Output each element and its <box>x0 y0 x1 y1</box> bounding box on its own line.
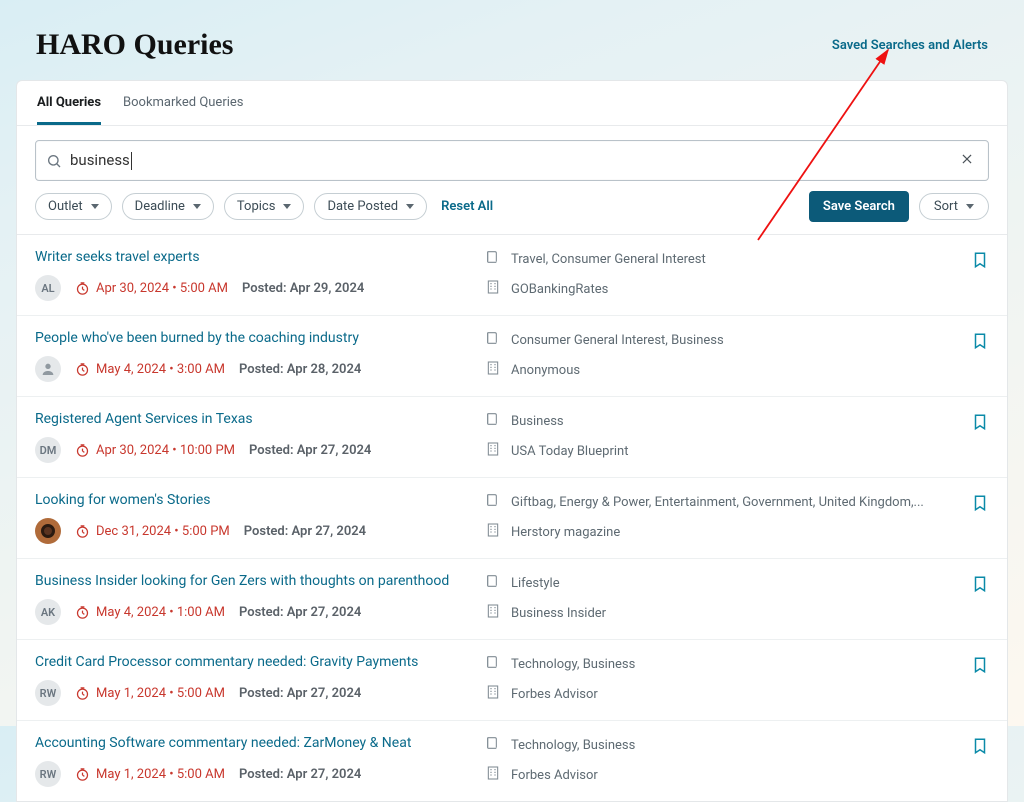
query-row: Accounting Software commentary needed: Z… <box>17 721 1007 801</box>
query-row: People who've been burned by the coachin… <box>17 316 1007 397</box>
deadline: Apr 30, 2024 • 5:00 AM <box>75 281 228 296</box>
posted-date: Posted: Apr 28, 2024 <box>239 362 361 377</box>
building-icon <box>485 279 501 299</box>
posted-date: Posted: Apr 29, 2024 <box>242 281 364 296</box>
topics: Business <box>485 411 939 431</box>
filter-outlet[interactable]: Outlet <box>35 193 112 220</box>
outlet: GOBankingRates <box>485 279 939 299</box>
book-icon <box>485 492 501 512</box>
filter-topics[interactable]: Topics <box>224 193 305 220</box>
outlet: USA Today Blueprint <box>485 441 939 461</box>
topics: Technology, Business <box>485 654 939 674</box>
avatar: AK <box>35 599 61 625</box>
bookmark-button[interactable] <box>949 654 989 706</box>
book-icon <box>485 735 501 755</box>
building-icon <box>485 684 501 704</box>
bookmark-button[interactable] <box>949 249 989 301</box>
tab-bookmarked-queries[interactable]: Bookmarked Queries <box>123 95 243 125</box>
search-input[interactable]: business <box>70 151 956 170</box>
tabs: All Queries Bookmarked Queries <box>17 81 1007 126</box>
bookmark-button[interactable] <box>949 573 989 625</box>
query-row: Writer seeks travel experts AL Apr 30, 202… <box>17 235 1007 316</box>
query-title-link[interactable]: Accounting Software commentary needed: Z… <box>35 735 475 751</box>
posted-date: Posted: Apr 27, 2024 <box>244 524 366 539</box>
page-title: HARO Queries <box>36 28 233 62</box>
building-icon <box>485 360 501 380</box>
query-title-link[interactable]: People who've been burned by the coachin… <box>35 330 475 346</box>
query-title-link[interactable]: Registered Agent Services in Texas <box>35 411 475 427</box>
queries-panel: All Queries Bookmarked Queries business … <box>16 80 1008 802</box>
saved-searches-link[interactable]: Saved Searches and Alerts <box>832 38 988 53</box>
book-icon <box>485 249 501 269</box>
deadline: May 1, 2024 • 5:00 AM <box>75 686 225 701</box>
avatar: RW <box>35 761 61 787</box>
outlet: Forbes Advisor <box>485 765 939 785</box>
reset-all-link[interactable]: Reset All <box>441 199 493 214</box>
avatar <box>35 518 61 544</box>
avatar: AL <box>35 275 61 301</box>
book-icon <box>485 573 501 593</box>
deadline: Dec 31, 2024 • 5:00 PM <box>75 524 230 539</box>
query-list: Writer seeks travel experts AL Apr 30, 202… <box>17 235 1007 801</box>
deadline: Apr 30, 2024 • 10:00 PM <box>75 443 235 458</box>
building-icon <box>485 441 501 461</box>
outlet: Anonymous <box>485 360 939 380</box>
book-icon <box>485 411 501 431</box>
book-icon <box>485 330 501 350</box>
posted-date: Posted: Apr 27, 2024 <box>239 767 361 782</box>
posted-date: Posted: Apr 27, 2024 <box>249 443 371 458</box>
tab-all-queries[interactable]: All Queries <box>37 95 101 125</box>
query-title-link[interactable]: Writer seeks travel experts <box>35 249 475 265</box>
deadline: May 4, 2024 • 3:00 AM <box>75 362 225 377</box>
book-icon <box>485 654 501 674</box>
query-row: Registered Agent Services in Texas DM Apr … <box>17 397 1007 478</box>
filter-date-posted[interactable]: Date Posted <box>314 193 427 220</box>
search-input-value: business <box>70 151 130 169</box>
query-row: Looking for women's Stories Dec 31, 2024 … <box>17 478 1007 559</box>
topics: Travel, Consumer General Interest <box>485 249 939 269</box>
avatar: RW <box>35 680 61 706</box>
bookmark-button[interactable] <box>949 411 989 463</box>
deadline: May 1, 2024 • 5:00 AM <box>75 767 225 782</box>
query-row: Credit Card Processor commentary needed:… <box>17 640 1007 721</box>
sort-button[interactable]: Sort <box>919 193 989 220</box>
search-field-wrap[interactable]: business <box>35 140 989 181</box>
filter-deadline[interactable]: Deadline <box>122 193 214 220</box>
chevron-down-icon <box>966 204 974 209</box>
bookmark-button[interactable] <box>949 330 989 382</box>
chevron-down-icon <box>406 204 414 209</box>
topics: Technology, Business <box>485 735 939 755</box>
building-icon <box>485 522 501 542</box>
posted-date: Posted: Apr 27, 2024 <box>239 686 361 701</box>
avatar <box>35 356 61 382</box>
clear-search-button[interactable] <box>956 147 978 174</box>
outlet: Business Insider <box>485 603 939 623</box>
chevron-down-icon <box>91 204 99 209</box>
building-icon <box>485 765 501 785</box>
bookmark-button[interactable] <box>949 735 989 787</box>
avatar: DM <box>35 437 61 463</box>
building-icon <box>485 603 501 623</box>
outlet: Forbes Advisor <box>485 684 939 704</box>
chevron-down-icon <box>193 204 201 209</box>
deadline: May 4, 2024 • 1:00 AM <box>75 605 225 620</box>
query-title-link[interactable]: Credit Card Processor commentary needed:… <box>35 654 475 670</box>
chevron-down-icon <box>283 204 291 209</box>
query-title-link[interactable]: Business Insider looking for Gen Zers wi… <box>35 573 475 589</box>
posted-date: Posted: Apr 27, 2024 <box>239 605 361 620</box>
save-search-button[interactable]: Save Search <box>809 191 909 222</box>
search-icon <box>46 153 62 169</box>
topics: Giftbag, Energy & Power, Entertainment, … <box>485 492 939 512</box>
query-title-link[interactable]: Looking for women's Stories <box>35 492 475 508</box>
query-row: Business Insider looking for Gen Zers wi… <box>17 559 1007 640</box>
outlet: Herstory magazine <box>485 522 939 542</box>
topics: Consumer General Interest, Business <box>485 330 939 350</box>
topics: Lifestyle <box>485 573 939 593</box>
bookmark-button[interactable] <box>949 492 989 544</box>
